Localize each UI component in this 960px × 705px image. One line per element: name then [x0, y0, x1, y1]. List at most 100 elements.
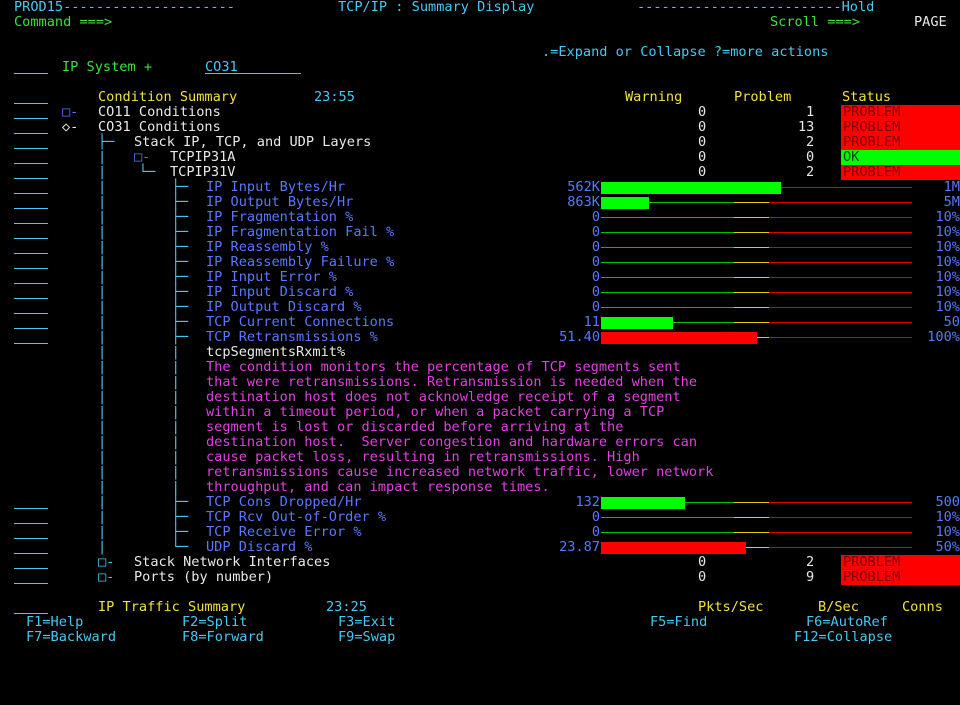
metric-label: TCP Receive Error % — [206, 524, 362, 540]
ip-system-field[interactable]: CO31 — [205, 60, 301, 75]
description-text-line: that were retransmissions. Retransmissio… — [206, 374, 698, 390]
metric-label: TCP Cons Dropped/Hr — [206, 494, 362, 510]
metric-max: 50% — [935, 539, 960, 555]
fkey-exit[interactable]: F3=Exit — [338, 615, 395, 630]
condition-row[interactable]: □- CO11 Conditions 0 1 PROBLEM — [0, 105, 960, 120]
action-slot[interactable] — [14, 555, 48, 569]
tree-connector-icon: | | — [98, 464, 180, 480]
metric-row[interactable]: | ├─ IP Fragmentation Fail % 0 10% — [0, 225, 960, 240]
status-badge: PROBLEM — [841, 570, 960, 585]
action-slot[interactable] — [14, 150, 48, 164]
description-text-line: destination host. Server congestion and … — [206, 434, 698, 450]
metric-row[interactable]: | ├─ TCP Rcv Out-of-Order % 0 10% — [0, 510, 960, 525]
tree-connector-icon: | ├─ — [98, 179, 189, 195]
condition-row[interactable]: □- Stack Network Interfaces 0 2 PROBLEM — [0, 555, 960, 570]
action-slot[interactable] — [14, 240, 48, 254]
tree-connector-icon: | | — [98, 419, 180, 435]
tree-connector-icon: | └─ — [98, 539, 189, 555]
metric-value: 0 — [591, 509, 600, 525]
action-slot[interactable] — [14, 495, 48, 509]
metric-row[interactable]: | ├─ TCP Current Connections 11 50 — [0, 315, 960, 330]
traffic-summary-title: IP Traffic Summary — [98, 599, 246, 615]
action-slot[interactable] — [14, 255, 48, 269]
metric-label: IP Input Error % — [206, 269, 337, 285]
action-slot[interactable] — [14, 210, 48, 224]
metric-row[interactable]: | ├─ IP Input Discard % 0 10% — [0, 285, 960, 300]
action-slot[interactable] — [14, 330, 48, 344]
metric-bar-fill — [601, 542, 746, 554]
command-input[interactable] — [160, 15, 750, 30]
expand-icon[interactable]: □- — [98, 555, 114, 570]
tree-connector-icon: | | — [98, 374, 180, 390]
metric-row[interactable]: | ├─ TCP Cons Dropped/Hr 132 500 — [0, 495, 960, 510]
action-slot[interactable] — [14, 510, 48, 524]
warning-count: 0 — [698, 119, 707, 135]
metric-bar — [601, 542, 912, 554]
metric-value: 0 — [591, 299, 600, 315]
description-text-line: within a timeout period, or when a packe… — [206, 404, 665, 420]
metric-row[interactable]: | ├─ IP Input Error % 0 10% — [0, 270, 960, 285]
action-slot[interactable] — [14, 540, 48, 554]
metric-bar — [601, 512, 912, 523]
metric-bar — [601, 227, 912, 238]
metric-row[interactable]: | ├─ TCP Receive Error % 0 10% — [0, 525, 960, 540]
metric-row[interactable]: | ├─ IP Output Discard % 0 10% — [0, 300, 960, 315]
metric-row[interactable]: | ├─ IP Output Bytes/Hr 863K 5M — [0, 195, 960, 210]
action-slot[interactable] — [14, 600, 48, 614]
action-slot[interactable] — [14, 165, 48, 179]
action-slot[interactable] — [14, 315, 48, 329]
problem-count: 0 — [806, 149, 815, 165]
action-slot[interactable] — [14, 60, 48, 74]
condition-row[interactable]: □- Ports (by number) 0 9 PROBLEM — [0, 570, 960, 585]
condition-row[interactable]: ├─ Stack IP, TCP, and UDP Layers 0 2 PRO… — [0, 135, 960, 150]
metric-row[interactable]: | ├─ IP Fragmentation % 0 10% — [0, 210, 960, 225]
fkey-backward[interactable]: F7=Backward — [26, 630, 116, 645]
expand-icon[interactable]: □- — [134, 150, 150, 165]
fkey-help[interactable]: F1=Help — [26, 615, 83, 630]
metric-row[interactable]: | ├─ IP Reassembly Failure % 0 10% — [0, 255, 960, 270]
fkey-forward[interactable]: F8=Forward — [182, 630, 264, 645]
action-slot[interactable] — [14, 270, 48, 284]
metric-bar — [601, 242, 912, 253]
action-slot[interactable] — [14, 285, 48, 299]
ip-system-line: IP System + CO31 — [0, 60, 960, 75]
metric-row[interactable]: | ├─ IP Input Bytes/Hr 562K 1M — [0, 180, 960, 195]
metric-bar — [601, 257, 912, 268]
fkey-swap[interactable]: F9=Swap — [338, 630, 395, 645]
action-slot[interactable] — [14, 225, 48, 239]
metric-row[interactable]: | └─ UDP Discard % 23.87 50% — [0, 540, 960, 555]
action-slot[interactable] — [14, 90, 48, 104]
metric-value: 23.87 — [559, 539, 600, 555]
condition-summary-title: Condition Summary — [98, 89, 238, 105]
collapse-icon[interactable]: ◇- — [62, 120, 78, 135]
problem-count: 9 — [806, 569, 815, 585]
action-slot[interactable] — [14, 180, 48, 194]
action-slot[interactable] — [14, 570, 48, 584]
action-slot[interactable] — [14, 525, 48, 539]
condition-row[interactable]: | └─ TCPIP31V 0 2 PROBLEM — [0, 165, 960, 180]
metric-bar — [601, 287, 912, 298]
condition-summary-header: Condition Summary 23:55 Warning Problem … — [0, 90, 960, 105]
fkey-split[interactable]: F2=Split — [182, 615, 247, 630]
action-slot[interactable] — [14, 135, 48, 149]
header-right: -------------------------Hold — [637, 0, 875, 15]
fkey-find[interactable]: F5=Find — [650, 615, 707, 630]
scroll-value[interactable]: PAGE — [914, 15, 947, 30]
action-slot[interactable] — [14, 195, 48, 209]
condition-row[interactable]: ◇- CO31 Conditions 0 13 PROBLEM — [0, 120, 960, 135]
metric-row[interactable]: | ├─ TCP Retransmissions % 51.40 100% — [0, 330, 960, 345]
action-hint: .=Expand or Collapse ?=more actions — [542, 44, 829, 60]
expand-icon[interactable]: □- — [98, 570, 114, 585]
expand-icon[interactable]: □- — [62, 105, 78, 120]
metric-label: IP Fragmentation % — [206, 209, 354, 225]
metric-max: 50 — [943, 314, 960, 330]
action-slot[interactable] — [14, 300, 48, 314]
action-slot[interactable] — [14, 105, 48, 119]
fkey-collapse[interactable]: F12=Collapse — [794, 630, 892, 645]
condition-row[interactable]: | □- TCPIP31A 0 0 OK — [0, 150, 960, 165]
action-slot[interactable] — [14, 120, 48, 134]
metric-max: 1M — [943, 179, 960, 195]
fkey-autoref[interactable]: F6=AutoRef — [806, 615, 888, 630]
metric-value: 0 — [591, 254, 600, 270]
metric-row[interactable]: | ├─ IP Reassembly % 0 10% — [0, 240, 960, 255]
